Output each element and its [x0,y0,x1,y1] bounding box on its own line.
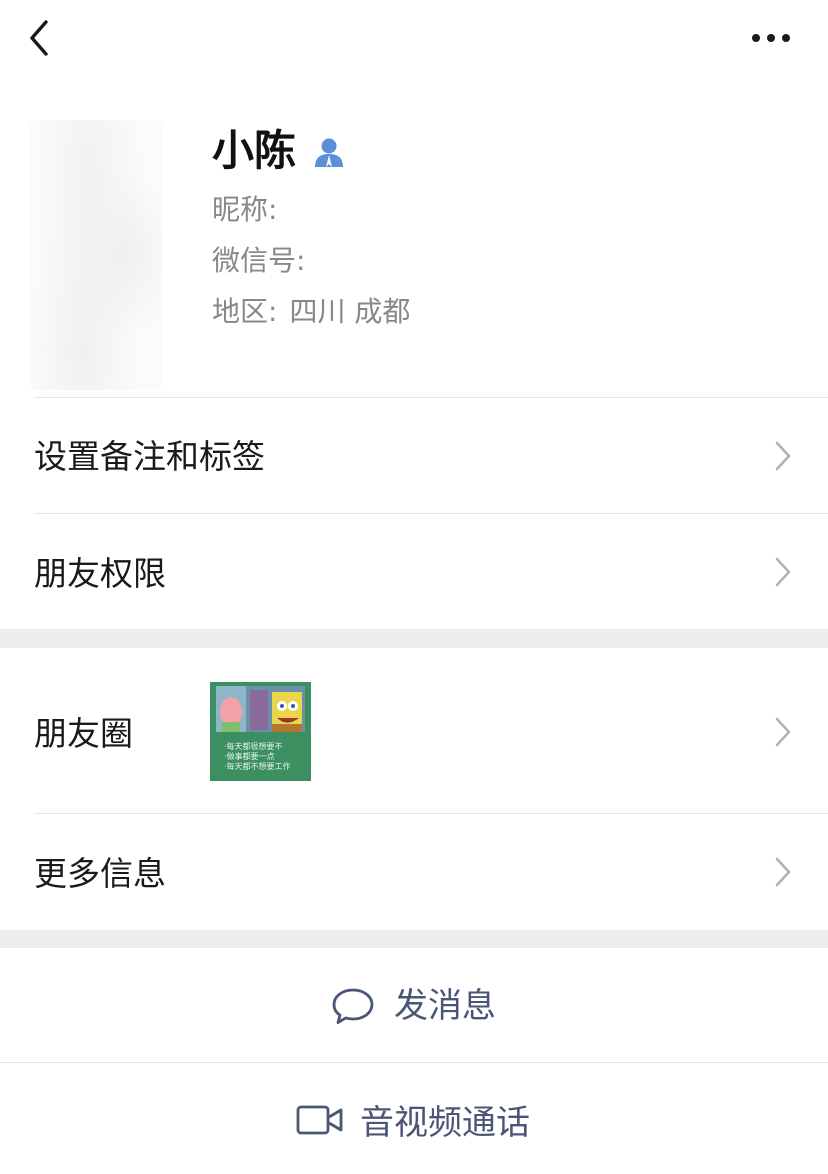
friend-permissions-row[interactable]: 朋友权限 [0,514,828,629]
chevron-right-icon [775,441,791,471]
moments-row[interactable]: 朋友圈 [0,648,828,813]
av-call-label: 音视频通话 [360,1103,530,1143]
section-gap [0,629,828,648]
chevron-right-icon [775,717,791,747]
remark-tags-label: 设置备注和标签 [34,437,265,476]
back-button[interactable] [24,16,64,60]
cartoon-image [216,686,305,732]
top-bar [0,0,828,80]
remark-tags-row[interactable]: 设置备注和标签 [0,398,828,513]
region-value: 四川 成都 [289,295,411,328]
region-label: 地区: [212,295,278,328]
region-line: 地区: 四川 成都 [212,294,410,330]
profile-name: 小陈 [212,126,297,175]
chevron-right-icon [775,557,791,587]
more-info-label: 更多信息 [34,854,166,893]
profile-header: 小陈 昵称: 微信号: 地区: 四川 成都 [0,80,828,398]
av-call-button[interactable]: 音视频通话 [0,1063,828,1174]
thumbnail-caption-line: ·每天都不想要工作 [224,762,291,771]
thumbnail-caption-line: ·做事都要一点 [224,752,275,761]
moments-thumbnail[interactable]: ·每天都很想要不 ·做事都要一点 ·每天都不想要工作 [210,682,311,781]
video-camera-icon [296,1105,343,1135]
thumbnail-caption: ·每天都很想要不 ·做事都要一点 ·每天都不想要工作 [224,742,308,772]
chevron-left-icon [30,20,48,56]
chat-bubble-icon [332,988,374,1024]
send-message-button[interactable]: 发消息 [0,948,828,1062]
person-icon [315,138,343,167]
thumbnail-caption-line: ·每天都很想要不 [224,742,283,751]
wechat-id-label: 微信号: [212,244,306,277]
chevron-right-icon [775,857,791,887]
more-dots-icon [752,34,790,42]
section-gap [0,930,828,948]
moments-label: 朋友圈 [34,714,133,753]
friend-permissions-label: 朋友权限 [34,554,166,593]
nickname-label: 昵称: [212,193,278,226]
send-message-label: 发消息 [394,986,496,1026]
more-button[interactable] [744,22,800,54]
more-info-row[interactable]: 更多信息 [0,814,828,930]
avatar[interactable] [30,120,162,390]
